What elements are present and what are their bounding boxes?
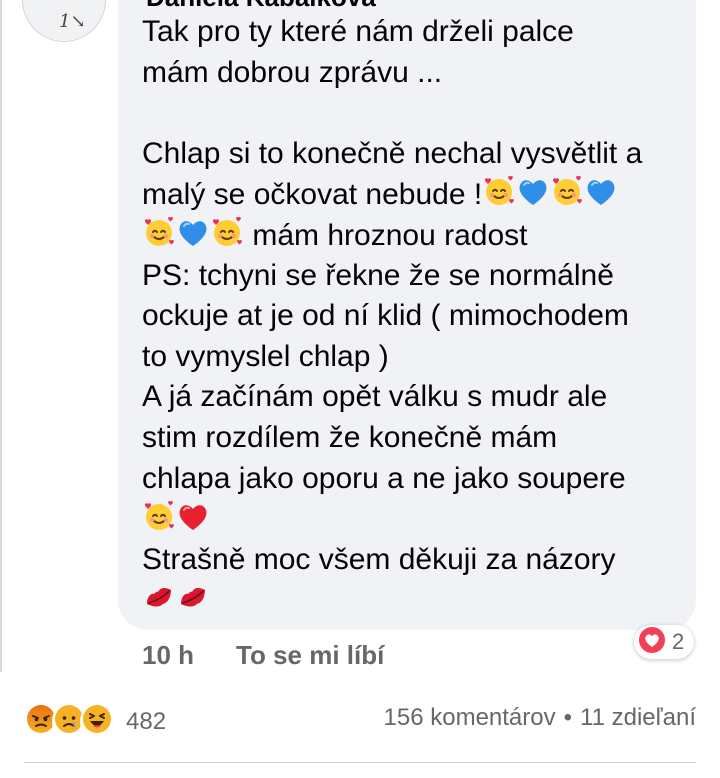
shares-count-link[interactable]: 11 zdieľaní: [580, 704, 696, 731]
comment-text-segment: Chlap si to konečně nechal vysvětlit a: [142, 136, 643, 170]
smiling-hearts-icon: [550, 174, 584, 208]
kiss-mark-icon: [142, 580, 176, 614]
comment-line: to vymyslel chlap ): [142, 337, 687, 378]
comment-line: Chlap si to konečně nechal vysvětlit a: [142, 134, 687, 175]
smiling-hearts-icon: [210, 215, 244, 249]
comment-text-segment: chlapa jako oporu a ne jako soupere: [142, 461, 626, 495]
comment-line: chlapa jako oporu a ne jako soupere: [142, 459, 687, 500]
comment-thread-line: [0, 0, 2, 672]
blue-heart-icon: [516, 174, 550, 208]
comment-text-segment: mám hroznou radost: [244, 218, 528, 252]
comment-text: Tak pro ty které nám drželi palce mám dob…: [142, 12, 687, 621]
comment-text-segment: stim rozdílem že konečně mám: [142, 420, 558, 454]
smiling-hearts-icon: [482, 174, 516, 208]
comment-timestamp[interactable]: 10 h: [142, 640, 194, 671]
comment-text-segment: to vymyslel chlap ): [142, 339, 389, 373]
red-heart-icon: [176, 499, 210, 533]
divider: [24, 762, 696, 763]
blue-heart-icon: [176, 215, 210, 249]
comment-text-segment: A já začínám opět válku s mudr ale: [142, 380, 608, 414]
comment-text-segment: malý se očkovat nebude !: [142, 178, 483, 212]
comment-text-segment: ockuje at je od ní klid ( mimochodem: [142, 299, 629, 333]
post-reaction-total: 482: [126, 707, 167, 735]
comment-line: [142, 580, 687, 621]
comment-line: Strašně moc všem děkuji za názory: [142, 540, 687, 581]
comment-reaction-count: 2: [672, 629, 685, 654]
comment-line: ockuje at je od ní klid ( mimochodem: [142, 296, 687, 337]
smiling-hearts-icon: [142, 215, 176, 249]
comment-text-segment: Tak pro ty které nám drželi palce: [142, 15, 574, 48]
comment-line: [142, 499, 687, 540]
comment-line: mám hroznou radost: [142, 215, 687, 256]
comment-text-segment: Strašně moc všem děkuji za názory: [142, 542, 616, 576]
smiling-hearts-icon: [142, 499, 176, 533]
love-reaction-icon: [638, 626, 666, 659]
comment-line: stim rozdílem že konečně mám: [142, 418, 687, 459]
post-reactions[interactable]: 482: [24, 702, 166, 741]
avatar-signature: 1↘: [59, 11, 86, 32]
comment-text-segment: PS: tchyni se řekne že se normálně: [142, 258, 614, 292]
comments-count-link[interactable]: 156 komentárov: [384, 704, 556, 731]
comment-line: Tak pro ty které nám drželi palce: [142, 12, 687, 53]
comment-line: malý se očkovat nebude !: [142, 174, 687, 215]
comment-text-segment: mám dobrou zprávu ...: [142, 55, 443, 89]
post-stats: 156 komentárov • 11 zdieľaní: [384, 704, 696, 732]
stats-separator: •: [563, 704, 573, 731]
comment-reaction-badge[interactable]: 2: [634, 625, 695, 659]
avatar[interactable]: 1↘: [22, 0, 106, 42]
comment-line: [142, 93, 687, 134]
comment-line: A já začínám opět válku s mudr ale: [142, 377, 687, 418]
comment-line: PS: tchyni se řekne že se normálně: [142, 256, 687, 297]
kiss-mark-icon: [176, 580, 210, 614]
like-button[interactable]: To se mi líbí: [236, 640, 384, 671]
comment-line: mám dobrou zprávu ...: [142, 53, 687, 94]
haha-reaction-icon: [80, 702, 114, 741]
blue-heart-icon: [584, 174, 618, 208]
